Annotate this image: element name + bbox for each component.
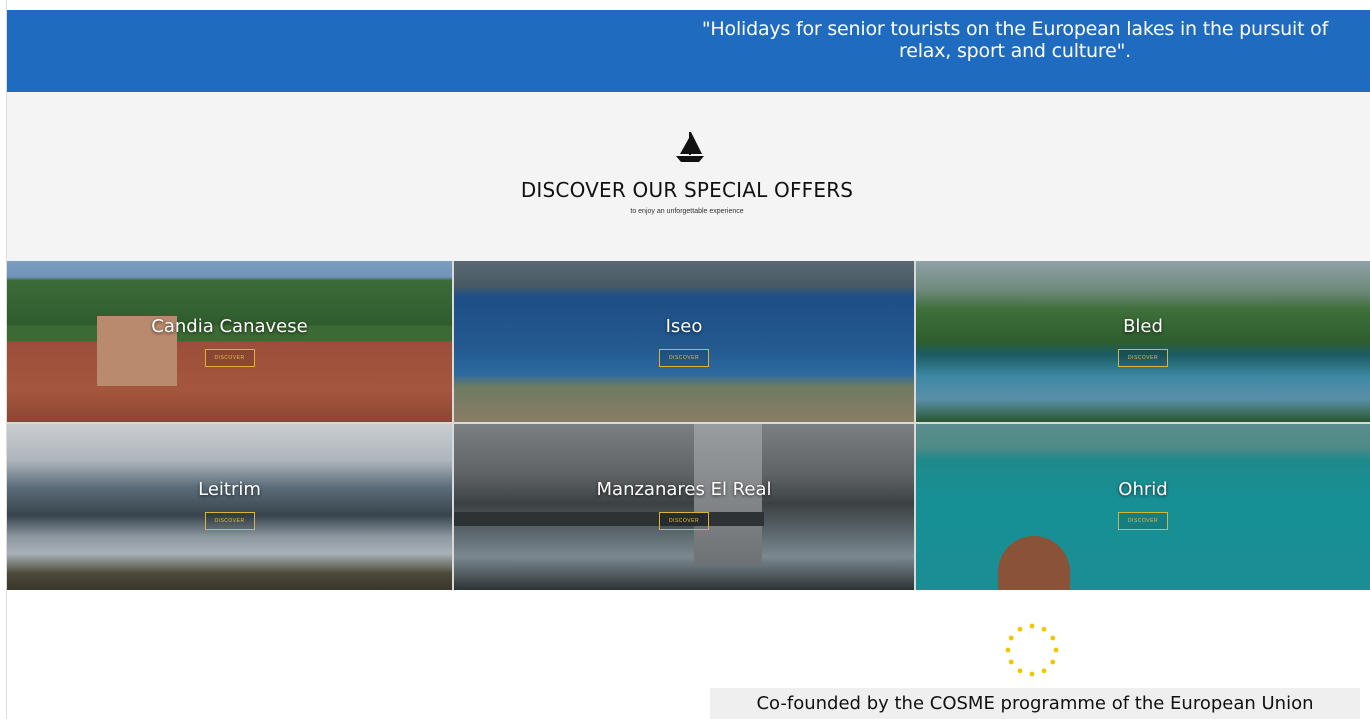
discover-button[interactable]: DISCOVER <box>659 512 709 530</box>
iseo-photo <box>454 261 914 422</box>
offers-title: DISCOVER OUR SPECIAL OFFERS <box>520 178 854 202</box>
destination-name: Ohrid <box>1118 479 1168 500</box>
destination-tile-manzanares-el-real[interactable]: Manzanares El Real DISCOVER <box>454 424 916 590</box>
discover-button[interactable]: DISCOVER <box>1118 349 1168 367</box>
bled-photo <box>916 261 1370 422</box>
destination-tile-leitrim[interactable]: Leitrim DISCOVER <box>7 424 454 590</box>
leitrim-photo <box>7 424 452 590</box>
discover-button[interactable]: DISCOVER <box>1118 512 1168 530</box>
destination-name: Candia Canavese <box>151 316 308 337</box>
destination-tile-bled[interactable]: Bled DISCOVER <box>916 261 1370 424</box>
ohrid-photo <box>916 424 1370 590</box>
discover-button[interactable]: DISCOVER <box>659 349 709 367</box>
destination-tile-candia-canavese[interactable]: Candia Canavese DISCOVER <box>7 261 454 424</box>
destination-name: Iseo <box>665 316 703 337</box>
sailboat-icon <box>676 132 704 162</box>
header-banner: "Holidays for senior tourists on the Eur… <box>7 10 1370 92</box>
destination-name: Leitrim <box>198 479 261 500</box>
offers-subtitle: to enjoy an unforgettable experience <box>630 208 744 215</box>
page-left-edge <box>0 0 7 719</box>
manzanares-el-real-photo <box>454 424 914 590</box>
eu-flag-icon <box>1005 623 1059 677</box>
discover-button[interactable]: DISCOVER <box>204 512 255 530</box>
destination-tile-iseo[interactable]: Iseo DISCOVER <box>454 261 916 424</box>
discover-button[interactable]: DISCOVER <box>204 349 255 367</box>
destination-name: Manzanares El Real <box>596 479 772 500</box>
candia-canavese-photo <box>7 261 452 422</box>
special-offers-section: DISCOVER OUR SPECIAL OFFERS to enjoy an … <box>7 92 1370 261</box>
destinations-grid: Candia Canavese DISCOVER Iseo DISCOVER B… <box>7 261 1370 590</box>
banner-quote: "Holidays for senior tourists on the Eur… <box>701 18 1329 62</box>
destination-name: Bled <box>1123 316 1163 337</box>
destination-tile-ohrid[interactable]: Ohrid DISCOVER <box>916 424 1370 590</box>
cosme-funding-notice: Co-founded by the COSME programme of the… <box>710 688 1360 719</box>
